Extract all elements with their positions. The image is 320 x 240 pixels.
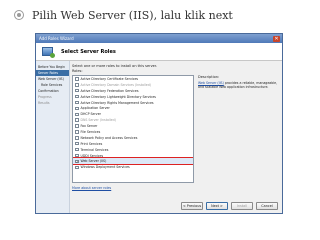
wizard-window: Add Roles Wizard ✕ Select Server Roles B… xyxy=(35,33,283,214)
nav-item-results: Results xyxy=(38,101,50,105)
install-button[interactable]: Install xyxy=(231,202,253,210)
bullet-icon xyxy=(14,10,24,20)
role-label: DNS Server (Installed) xyxy=(80,118,116,123)
role-checkbox[interactable] xyxy=(75,147,79,152)
description-text: Web Server (IIS) provides a reliable, ma… xyxy=(198,81,280,89)
more-about-roles-link[interactable]: More about server roles xyxy=(72,186,111,190)
role-checkbox[interactable] xyxy=(75,159,79,164)
next-button[interactable]: Next > xyxy=(206,202,228,210)
role-label: Windows Deployment Services xyxy=(80,165,130,170)
role-checkbox[interactable] xyxy=(75,94,79,99)
role-checkbox[interactable] xyxy=(75,77,79,81)
role-checkbox[interactable] xyxy=(75,136,79,140)
wizard-content: Select one or more roles to install on t… xyxy=(72,64,279,197)
role-checkbox[interactable] xyxy=(75,100,79,105)
role-label: Print Services xyxy=(80,141,103,146)
roles-label: Roles: xyxy=(72,69,83,73)
window-titlebar: Add Roles Wizard ✕ xyxy=(36,34,282,43)
wizard-buttons: < Previous Next > Install Cancel xyxy=(181,202,278,210)
role-checkbox[interactable] xyxy=(75,106,79,111)
role-checkbox xyxy=(75,118,79,122)
wizard-body: Before You Begin Server Roles Web Server… xyxy=(36,61,282,213)
role-label: Network Policy and Access Services xyxy=(80,135,138,140)
page-title: Select Server Roles xyxy=(61,48,116,55)
role-label: Active Directory Rights Management Servi… xyxy=(80,100,154,105)
role-checkbox[interactable] xyxy=(75,112,79,117)
role-checkbox[interactable] xyxy=(75,124,79,128)
role-checkbox[interactable] xyxy=(75,141,79,146)
role-label: UDDI Services xyxy=(80,153,104,158)
slide-bullet: Pilih Web Server (IIS), lalu klik next xyxy=(14,7,233,23)
role-label: Active Directory Lightweight Directory S… xyxy=(80,94,156,99)
roles-list: Active Directory Certificate Services Act… xyxy=(72,75,194,183)
role-label: Active Directory Domain Services (Instal… xyxy=(80,82,151,87)
previous-button[interactable]: < Previous xyxy=(181,202,203,210)
role-label: DHCP Server xyxy=(80,112,101,117)
slide-bullet-text: Pilih Web Server (IIS), lalu klik next xyxy=(32,8,233,22)
role-label: Application Server xyxy=(80,106,110,111)
wizard-nav: Before You Begin Server Roles Web Server… xyxy=(36,61,70,213)
role-label: Terminal Services xyxy=(80,147,109,152)
description-title: Description: xyxy=(198,75,220,79)
role-row[interactable]: Windows Deployment Services xyxy=(73,164,193,170)
close-icon[interactable]: ✕ xyxy=(273,35,280,42)
role-checkbox xyxy=(75,83,79,87)
role-label: Active Directory Certificate Services xyxy=(80,76,139,81)
role-label: Web Server (IIS) xyxy=(80,159,107,164)
role-checkbox[interactable] xyxy=(75,130,79,134)
server-roles-icon xyxy=(42,47,55,58)
window-title: Add Roles Wizard xyxy=(39,36,74,41)
role-label: File Services xyxy=(80,129,101,134)
cancel-button[interactable]: Cancel xyxy=(256,202,278,210)
wizard-header: Select Server Roles xyxy=(36,43,282,61)
role-checkbox[interactable] xyxy=(75,153,79,158)
role-label: Active Directory Federation Services xyxy=(80,88,139,93)
role-label: Fax Server xyxy=(80,124,98,129)
role-checkbox[interactable] xyxy=(75,165,79,170)
role-checkbox[interactable] xyxy=(75,88,79,93)
